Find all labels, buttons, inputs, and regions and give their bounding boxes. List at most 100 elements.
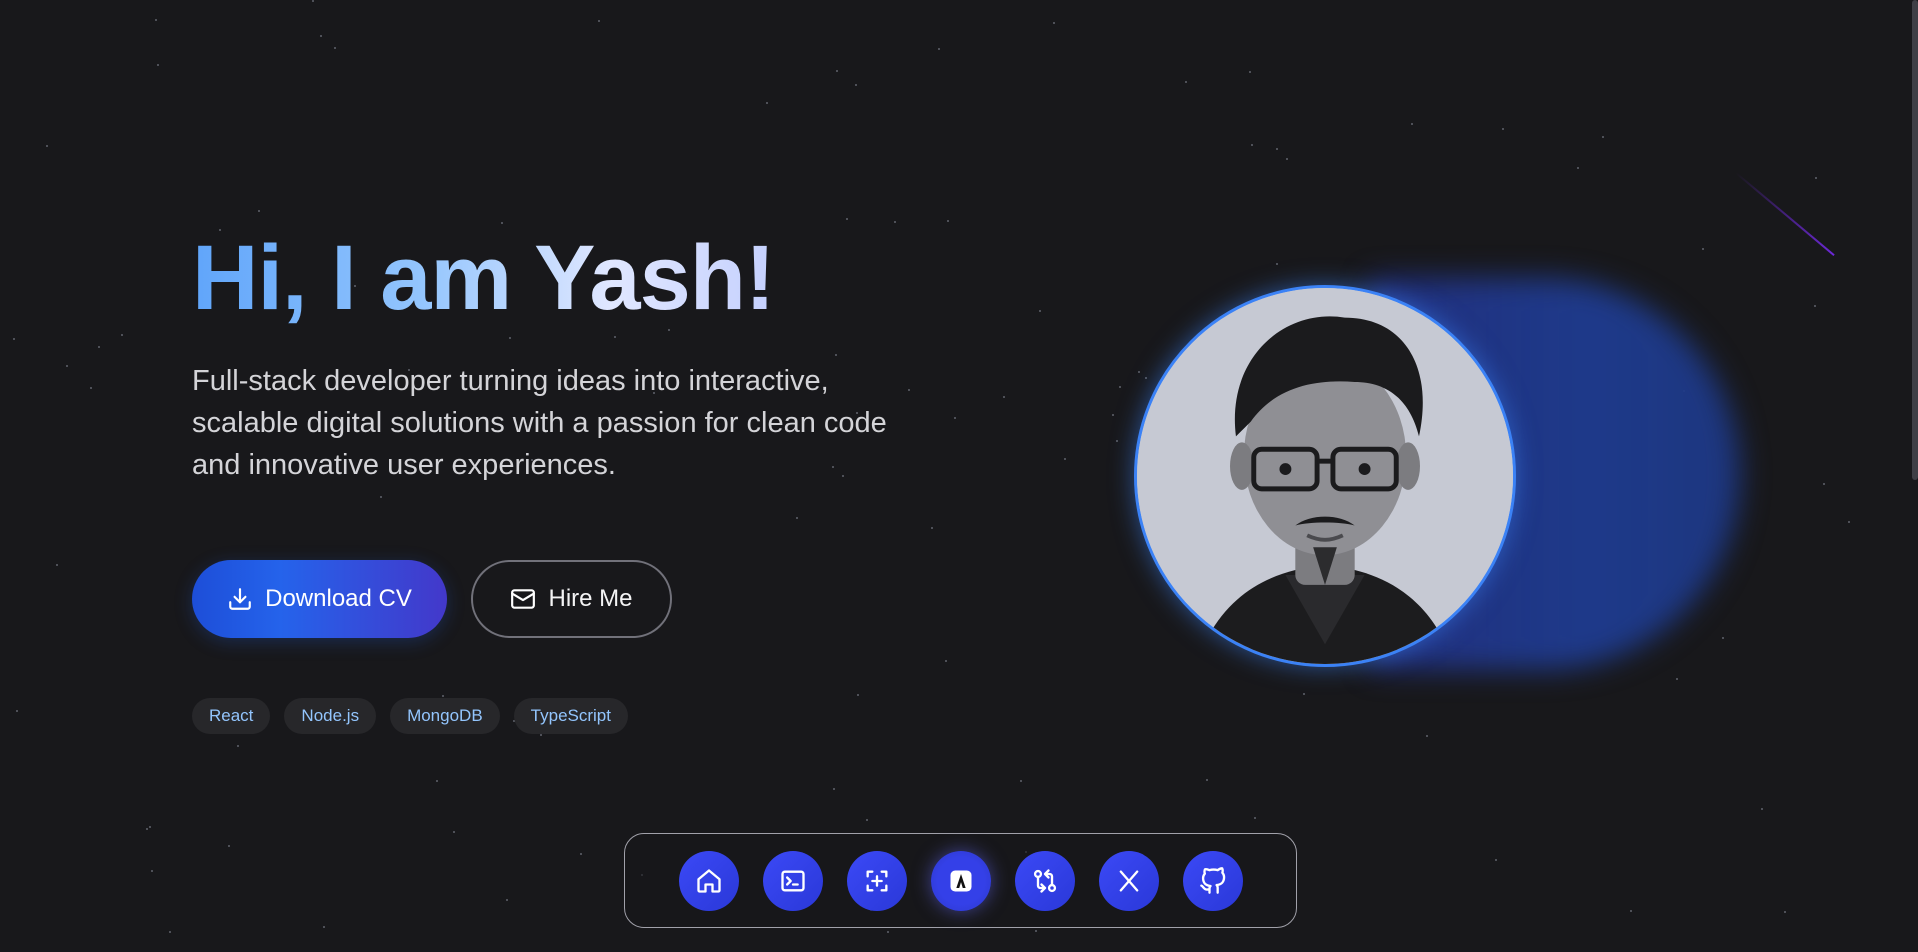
star-dot xyxy=(1251,144,1253,146)
star-dot xyxy=(323,926,325,928)
star-dot xyxy=(1039,310,1041,312)
star-dot xyxy=(1064,458,1066,460)
star-dot xyxy=(1814,305,1816,307)
star-dot xyxy=(334,47,336,49)
github-icon xyxy=(1199,866,1225,894)
dock-add-frame-button[interactable] xyxy=(846,850,907,911)
terminal-icon xyxy=(780,870,805,891)
x-twitter-icon xyxy=(1119,870,1138,891)
star-dot xyxy=(1276,263,1278,265)
star-dot xyxy=(312,0,314,2)
star-dot xyxy=(1145,377,1147,379)
star-dot xyxy=(1119,386,1121,388)
tech-tag: MongoDB xyxy=(390,698,500,734)
star-dot xyxy=(66,365,68,367)
star-dot xyxy=(1185,81,1187,83)
star-dot xyxy=(13,338,15,340)
star-dot xyxy=(1784,911,1786,913)
bottom-dock xyxy=(624,833,1297,928)
star-dot xyxy=(1702,248,1704,250)
page-scrollbar[interactable] xyxy=(1912,0,1918,480)
star-dot xyxy=(155,19,157,21)
star-dot xyxy=(855,84,857,86)
star-dot xyxy=(1495,859,1497,861)
dock-git-compare-button[interactable] xyxy=(1014,850,1075,911)
dock-github-button[interactable] xyxy=(1182,850,1243,911)
hire-me-button[interactable]: Hire Me xyxy=(471,560,672,638)
star-dot xyxy=(1053,22,1055,24)
mail-icon xyxy=(511,589,536,609)
star-dot xyxy=(436,780,438,782)
download-cv-button[interactable]: Download CV xyxy=(192,560,447,638)
tech-tag: Node.js xyxy=(284,698,377,734)
add-frame-icon xyxy=(866,870,887,891)
star-dot xyxy=(1035,930,1037,932)
star-dot xyxy=(1116,440,1118,442)
star-dot xyxy=(580,853,582,855)
star-dot xyxy=(598,20,600,22)
star-dot xyxy=(954,417,956,419)
hire-me-label: Hire Me xyxy=(548,585,633,612)
star-dot xyxy=(766,102,768,104)
shooting-star xyxy=(1735,172,1835,257)
star-dot xyxy=(169,931,171,933)
star-dot xyxy=(887,931,889,933)
star-dot xyxy=(506,899,508,901)
star-dot xyxy=(1286,158,1288,160)
star-dot xyxy=(453,831,455,833)
star-dot xyxy=(151,870,153,872)
dock-terminal-button[interactable] xyxy=(762,850,823,911)
star-dot xyxy=(121,334,123,336)
star-dot xyxy=(16,710,18,712)
star-dot xyxy=(1722,637,1724,639)
logo-icon xyxy=(950,870,971,891)
star-dot xyxy=(258,210,260,212)
star-dot xyxy=(938,48,940,50)
profile-photo xyxy=(1134,285,1516,667)
star-dot xyxy=(1276,148,1278,150)
hero-subtitle: Full-stack developer turning ideas into … xyxy=(192,365,887,481)
star-dot xyxy=(1815,177,1817,179)
star-dot xyxy=(1303,693,1305,695)
star-dot xyxy=(833,788,835,790)
git-compare-icon xyxy=(1033,868,1056,893)
download-icon xyxy=(229,588,251,610)
star-dot xyxy=(1848,521,1850,523)
star-dot xyxy=(1630,910,1632,912)
tech-tag: React xyxy=(192,698,271,734)
download-cv-label: Download CV xyxy=(265,585,412,612)
star-dot xyxy=(237,745,239,747)
dock-home-button[interactable] xyxy=(678,850,739,911)
tech-tag: TypeScript xyxy=(513,698,628,734)
star-dot xyxy=(1003,396,1005,398)
star-dot xyxy=(1020,780,1022,782)
star-dot xyxy=(56,564,58,566)
star-dot xyxy=(1138,371,1140,373)
star-dot xyxy=(1577,167,1579,169)
star-dot xyxy=(1676,678,1678,680)
star-dot xyxy=(540,734,542,736)
star-dot xyxy=(46,145,48,147)
star-dot xyxy=(1254,817,1256,819)
star-dot xyxy=(149,826,151,828)
star-dot xyxy=(1112,414,1114,416)
star-dot xyxy=(157,64,159,66)
star-dot xyxy=(866,819,868,821)
star-dot xyxy=(90,387,92,389)
star-dot xyxy=(1823,483,1825,485)
star-dot xyxy=(1761,808,1763,810)
star-dot xyxy=(146,828,148,830)
star-dot xyxy=(98,346,100,348)
home-icon xyxy=(696,868,721,893)
hero-title: Hi, I am Yash! xyxy=(192,218,952,338)
star-dot xyxy=(1602,136,1604,138)
hero-section: Hi, I am Yash! Full-stack developer turn… xyxy=(192,218,952,734)
dock-x-button[interactable] xyxy=(1098,850,1159,911)
dock-logo-button[interactable] xyxy=(930,850,991,911)
star-dot xyxy=(1206,779,1208,781)
hero-actions: Download CV Hire Me xyxy=(192,560,952,638)
star-dot xyxy=(320,35,322,37)
star-dot xyxy=(228,845,230,847)
star-dot xyxy=(836,70,838,72)
star-dot xyxy=(1249,71,1251,73)
